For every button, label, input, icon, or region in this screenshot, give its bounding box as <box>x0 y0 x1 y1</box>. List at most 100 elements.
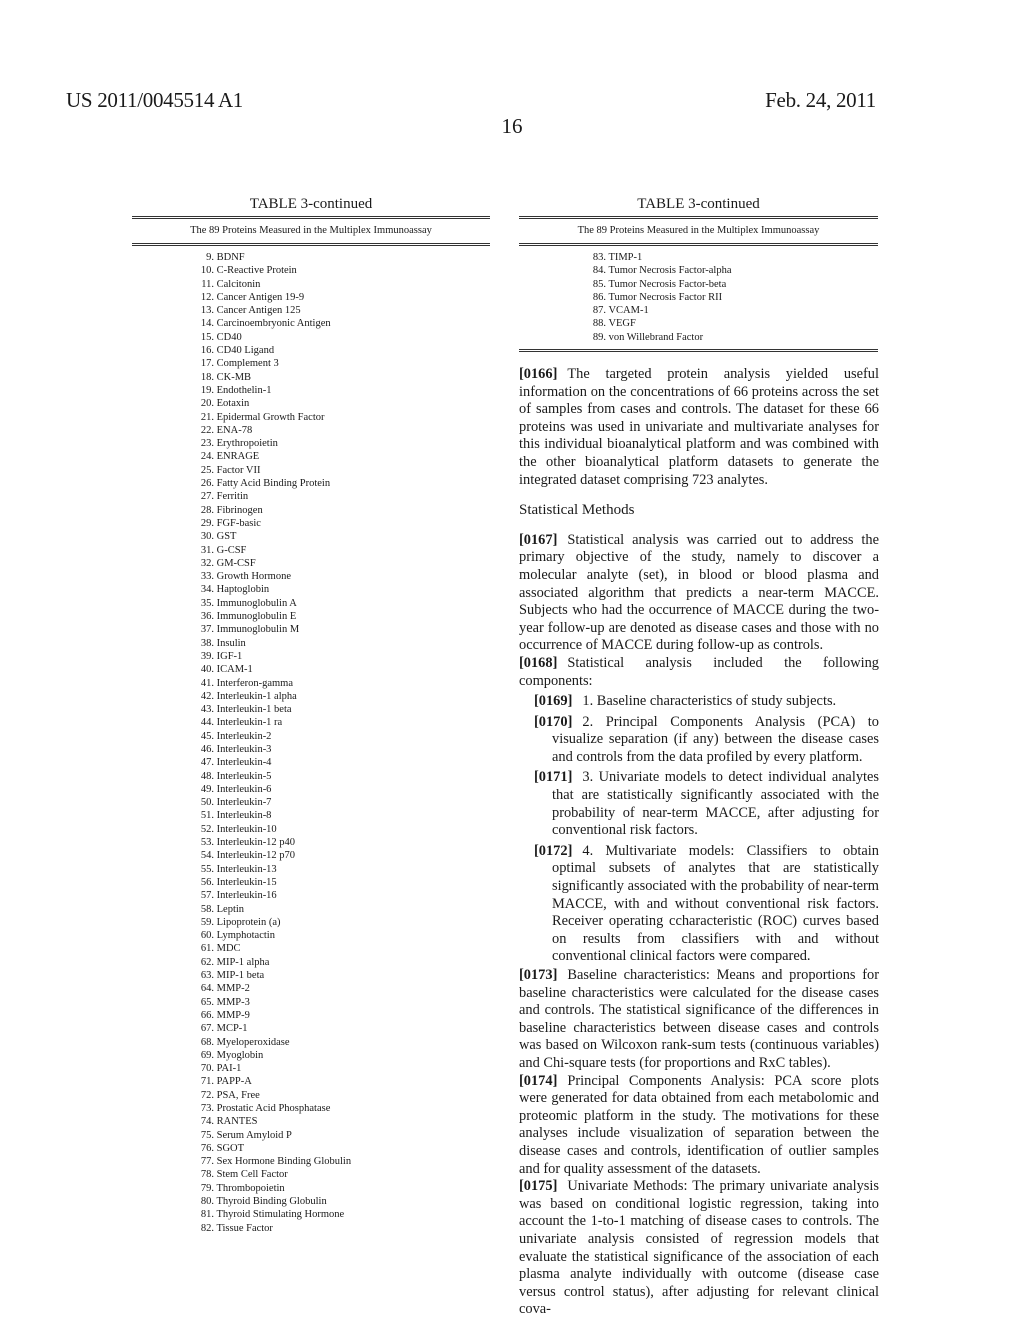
table-row: 80. Thyroid Binding Globulin <box>132 1195 490 1208</box>
item-number: 35. <box>200 597 214 609</box>
item-number: 81. <box>200 1209 214 1221</box>
table-row: 70. PAI-1 <box>132 1062 490 1075</box>
table-top-rule <box>519 216 878 219</box>
item-number: 34. <box>200 584 214 596</box>
item-number: 70. <box>200 1063 214 1075</box>
protein-name: MCP-1 <box>216 1023 248 1035</box>
table-row: 86. Tumor Necrosis Factor RII <box>519 291 878 304</box>
item-number: 69. <box>200 1049 214 1061</box>
item-number: 43. <box>200 704 214 716</box>
protein-name: MMP-9 <box>216 1009 250 1021</box>
protein-name: Eotaxin <box>216 398 250 410</box>
item-number: 89. <box>592 331 606 343</box>
table-row: 12. Cancer Antigen 19-9 <box>132 291 490 304</box>
table-row: 17. Complement 3 <box>132 357 490 370</box>
protein-name: Interleukin-2 <box>216 730 272 742</box>
item-number: 22. <box>200 424 214 436</box>
item-number: 62. <box>200 956 214 968</box>
protein-name: Interleukin-8 <box>216 810 272 822</box>
table-row: 10. C-Reactive Protein <box>132 264 490 277</box>
item-number: 47. <box>200 757 214 769</box>
table-row: 54. Interleukin-12 p70 <box>132 849 490 862</box>
protein-name: ENA-78 <box>216 424 253 436</box>
table-row: 89. von Willebrand Factor <box>519 331 878 344</box>
paragraph-0173: [0173] Baseline characteristics: Means an… <box>519 967 879 1073</box>
protein-name: Lipoprotein (a) <box>216 916 281 928</box>
protein-name: CD40 <box>216 331 242 343</box>
table-row: 20. Eotaxin <box>132 397 490 410</box>
table-row: 62. MIP-1 alpha <box>132 956 490 969</box>
item-number: 51. <box>200 810 214 822</box>
item-number: 45. <box>200 730 214 742</box>
table-row: 42. Interleukin-1 alpha <box>132 690 490 703</box>
item-number: 49. <box>200 783 214 795</box>
body-text-column: [0166] The targeted protein analysis yiel… <box>519 366 879 1319</box>
table-row: 38. Insulin <box>132 637 490 650</box>
table-row: 49. Interleukin-6 <box>132 783 490 796</box>
protein-name: Tumor Necrosis Factor-beta <box>608 278 727 290</box>
item-number: 17. <box>200 358 214 370</box>
table-row: 11. Calcitonin <box>132 278 490 291</box>
protein-name: Interleukin-16 <box>216 890 277 902</box>
table-row: 63. MIP-1 beta <box>132 969 490 982</box>
item-number: 88. <box>592 318 606 330</box>
table-title: TABLE 3-continued <box>249 196 373 212</box>
item-number: 27. <box>200 491 214 503</box>
paragraph-text: 3. Univariate models to detect individua… <box>552 769 879 839</box>
paragraph-0169: [0169] 1. Baseline characteristics of stu… <box>519 693 879 711</box>
item-number: 86. <box>592 291 606 303</box>
table-body: 83. TIMP-1 84. Tumor Necrosis Factor-alph… <box>519 248 878 344</box>
protein-name: MIP-1 beta <box>216 970 265 982</box>
item-number: 55. <box>200 863 214 875</box>
table-body: 9. BDNF 10. C-Reactive Protein 11. Calcito… <box>132 248 490 1235</box>
protein-name: GST <box>216 531 237 543</box>
item-number: 85. <box>592 278 606 290</box>
table-row: 57. Interleukin-16 <box>132 889 490 902</box>
item-number: 14. <box>200 318 214 330</box>
item-number: 29. <box>200 517 214 529</box>
protein-name: Sex Hormone Binding Globulin <box>216 1156 352 1168</box>
item-number: 15. <box>200 331 214 343</box>
table-row: 76. SGOT <box>132 1142 490 1155</box>
protein-name: MMP-2 <box>216 983 250 995</box>
table-row: 68. Myeloperoxidase <box>132 1036 490 1049</box>
publication-number: US 2011/0045514 A1 <box>66 88 244 112</box>
protein-name: CK-MB <box>216 371 252 383</box>
table-row: 14. Carcinoembryonic Antigen <box>132 317 490 330</box>
item-number: 44. <box>200 717 214 729</box>
item-number: 21. <box>200 411 214 423</box>
item-number: 32. <box>200 557 214 569</box>
table-row: 35. Immunoglobulin A <box>132 597 490 610</box>
item-number: 33. <box>200 571 214 583</box>
protein-name: Growth Hormone <box>216 571 291 583</box>
table-header-rule <box>519 243 878 246</box>
item-number: 87. <box>592 305 606 317</box>
protein-name: PSA, Free <box>216 1089 260 1101</box>
table-row: 24. ENRAGE <box>132 450 490 463</box>
table-row: 53. Interleukin-12 p40 <box>132 836 490 849</box>
protein-name: Serum Amyloid P <box>216 1129 292 1141</box>
table-row: 59. Lipoprotein (a) <box>132 916 490 929</box>
protein-name: Complement 3 <box>216 358 279 370</box>
table-row: 13. Cancer Antigen 125 <box>132 304 490 317</box>
item-number: 28. <box>200 504 214 516</box>
protein-name: Cancer Antigen 125 <box>216 305 301 317</box>
paragraph-number: [0171] <box>534 769 573 786</box>
table-top-rule <box>132 216 490 219</box>
item-number: 16. <box>200 345 214 357</box>
item-number: 64. <box>200 983 214 995</box>
item-number: 18. <box>200 371 214 383</box>
table-row: 66. MMP-9 <box>132 1009 490 1022</box>
table-row: 34. Haptoglobin <box>132 583 490 596</box>
item-number: 77. <box>200 1156 214 1168</box>
item-number: 56. <box>200 876 214 888</box>
paragraph-0174: [0174] Principal Components Analysis: PCA… <box>519 1073 879 1179</box>
item-number: 25. <box>200 464 214 476</box>
paragraph-0166: [0166] The targeted protein analysis yiel… <box>519 366 879 489</box>
protein-name: VCAM-1 <box>608 305 649 317</box>
table-row: 67. MCP-1 <box>132 1022 490 1035</box>
item-number: 54. <box>200 850 214 862</box>
protein-name: Fibrinogen <box>216 504 263 516</box>
protein-name: Interleukin-13 <box>216 863 277 875</box>
protein-name: ICAM-1 <box>216 664 253 676</box>
